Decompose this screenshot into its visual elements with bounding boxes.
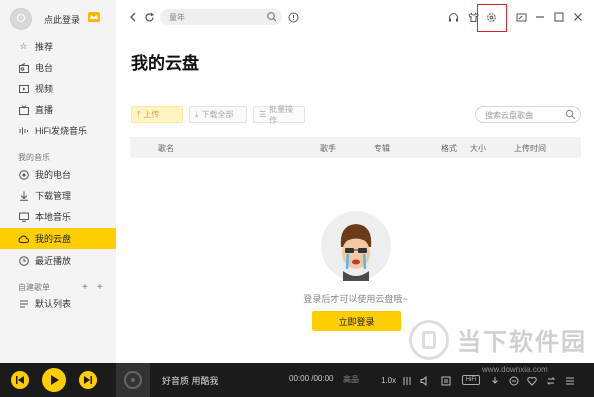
vip-crown-icon[interactable]	[88, 12, 100, 22]
upload-label: 上传	[143, 110, 160, 119]
upload-icon: ⤒	[137, 109, 141, 119]
watermark: 当下软件园	[409, 320, 589, 360]
login-link[interactable]: 点此登录	[44, 13, 80, 26]
sidebar-item-downloads[interactable]: 下载管理	[0, 185, 116, 206]
watermark-text: 当下软件园	[457, 329, 587, 356]
heart-icon[interactable]	[527, 376, 537, 386]
table-header: 歌名 歌手 专辑 格式 大小 上传时间	[130, 137, 581, 158]
sound-effect-icon[interactable]	[402, 376, 412, 386]
column-header[interactable]: 专辑	[374, 143, 390, 154]
top-bar: 童年	[116, 0, 594, 34]
cloud-icon	[18, 233, 29, 244]
search-input[interactable]: 童年	[160, 9, 282, 25]
avatar[interactable]	[10, 8, 32, 30]
song-title: 好音质 用酷我	[162, 376, 219, 386]
column-header[interactable]: 格式	[441, 143, 457, 154]
column-header[interactable]: 大小	[470, 143, 486, 154]
sidebar-item-label: 最近播放	[35, 256, 72, 266]
headphones-icon[interactable]	[446, 10, 460, 24]
sidebar-item-label: HiFi发烧音乐	[35, 126, 87, 136]
user-row[interactable]: 点此登录	[0, 0, 116, 34]
minimize-icon[interactable]	[533, 10, 547, 24]
star-icon: ☆	[19, 41, 28, 51]
local-music-icon	[18, 211, 29, 222]
sidebar-item-label: 我的云盘	[35, 234, 72, 244]
speaker-icon[interactable]	[420, 376, 430, 386]
watermark-url: www.downxia.com	[482, 365, 548, 374]
empty-state-illustration	[321, 211, 391, 281]
sidebar-item-recent[interactable]: 最近播放	[0, 250, 116, 271]
search-icon[interactable]	[565, 109, 576, 120]
sidebar-item-label: 推荐	[35, 42, 54, 52]
column-header[interactable]: 上传时间	[514, 143, 546, 154]
previous-button[interactable]	[11, 371, 29, 389]
next-icon	[84, 376, 92, 384]
sidebar-item-radio[interactable]: 电台	[0, 57, 116, 78]
batch-label: 批量操作	[269, 104, 294, 125]
sidebar-item-video[interactable]: 视频	[0, 78, 116, 99]
previous-icon	[16, 376, 24, 384]
lyrics-icon[interactable]	[441, 376, 451, 386]
sidebar-item-label: 电台	[35, 63, 54, 73]
search-value: 童年	[169, 13, 185, 22]
my-radio-icon	[18, 169, 29, 180]
live-icon	[18, 104, 29, 115]
sidebar-item-recommend[interactable]: ☆ 推荐	[0, 36, 116, 57]
quality-selector[interactable]: 高品	[343, 374, 359, 385]
sidebar-item-label: 我的电台	[35, 170, 72, 180]
sidebar-item-cloud[interactable]: 我的云盘	[0, 228, 116, 249]
sidebar-item-label: 直播	[35, 105, 54, 115]
upload-button[interactable]: ⤒ 上传	[131, 106, 183, 123]
sidebar-item-label: 下载管理	[35, 191, 72, 201]
sidebar-item-my-radio[interactable]: 我的电台	[0, 164, 116, 185]
batch-icon: ☰	[259, 110, 267, 119]
close-icon[interactable]	[571, 10, 585, 24]
clock-icon	[18, 255, 29, 266]
sidebar-item-label: 视频	[35, 84, 54, 94]
sidebar: 点此登录 ☆ 推荐 电台 视频 直播 HiFi发烧音乐 我的音乐 我的电台 下载…	[0, 0, 116, 363]
page-title: 我的云盘	[131, 54, 199, 73]
login-button[interactable]: 立即登录	[312, 311, 401, 331]
download-all-label: 下载全部	[201, 110, 234, 119]
column-header[interactable]: 歌名	[158, 143, 174, 154]
watermark-logo-icon	[409, 320, 449, 360]
search-icon[interactable]	[266, 11, 278, 23]
sidebar-item-label: 本地音乐	[35, 212, 72, 222]
empty-state-text: 登录后才可以使用云盘哦~	[303, 294, 408, 304]
radio-icon	[18, 62, 29, 73]
speed-selector[interactable]: 1.0x	[381, 376, 396, 385]
hifi-icon	[18, 125, 29, 136]
cloud-search-placeholder: 搜索云盘歌曲	[485, 111, 533, 120]
voice-search-icon[interactable]	[286, 10, 300, 24]
video-icon	[18, 83, 29, 94]
sidebar-item-hifi[interactable]: HiFi发烧音乐	[0, 120, 116, 141]
album-cover[interactable]	[116, 363, 150, 397]
sidebar-item-live[interactable]: 直播	[0, 99, 116, 120]
column-header[interactable]: 歌手	[320, 143, 336, 154]
download-song-icon[interactable]	[490, 376, 500, 386]
hifi-badge[interactable]: HiFi	[462, 375, 480, 385]
cloud-search-input[interactable]: 搜索云盘歌曲	[475, 106, 581, 123]
next-button[interactable]	[79, 371, 97, 389]
batch-button[interactable]: ☰ 批量操作	[253, 104, 305, 125]
back-icon[interactable]	[126, 10, 140, 24]
playlist-icon[interactable]	[565, 376, 575, 386]
section-my-music: 我的音乐	[18, 153, 50, 162]
highlight-annotation	[477, 4, 507, 32]
download-icon	[18, 190, 29, 201]
share-icon[interactable]	[509, 376, 519, 386]
download-icon: ⤓	[195, 109, 199, 119]
play-button[interactable]	[42, 368, 66, 392]
repeat-icon[interactable]	[546, 376, 556, 386]
sidebar-item-local-music[interactable]: 本地音乐	[0, 206, 116, 227]
mini-mode-icon[interactable]	[514, 10, 528, 24]
refresh-icon[interactable]	[142, 10, 156, 24]
play-icon	[51, 375, 59, 385]
maximize-icon[interactable]	[552, 10, 566, 24]
download-all-button[interactable]: ⤓ 下载全部	[189, 106, 247, 123]
time-display: 00:00 /00:00	[289, 374, 334, 383]
